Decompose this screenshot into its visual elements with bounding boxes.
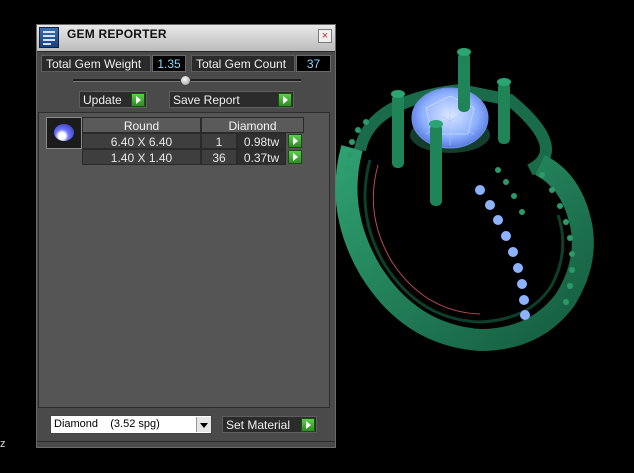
app-icon xyxy=(39,27,59,48)
save-report-button-label: Save Report xyxy=(173,93,240,107)
gem-weight-cell: 0.37tw xyxy=(237,149,286,165)
total-gem-weight-label: Total Gem Weight xyxy=(41,55,151,72)
gem-weight-cell: 0.98tw xyxy=(237,133,286,149)
ring-shank xyxy=(335,145,594,352)
corner-text: z xyxy=(0,438,6,450)
material-dropdown-value: Diamond (3.52 spg) xyxy=(54,418,160,430)
go-arrow-icon[interactable] xyxy=(288,134,302,148)
title-bar[interactable]: GEM REPORTER × xyxy=(37,25,335,52)
total-gem-weight-value: 1.35 xyxy=(152,55,186,72)
gem-reporter-window: GEM REPORTER × Total Gem Weight 1.35 Tot… xyxy=(36,24,336,448)
splitter-handle[interactable] xyxy=(180,75,191,86)
update-button[interactable]: Update xyxy=(79,91,147,108)
gem-count-cell: 1 xyxy=(201,133,237,149)
gem-size-cell: 6.40 X 6.40 xyxy=(82,133,201,149)
material-dropdown[interactable]: Diamond (3.52 spg) xyxy=(50,415,212,434)
go-arrow-icon[interactable] xyxy=(288,150,302,164)
update-button-label: Update xyxy=(83,93,122,107)
dropdown-arrow-icon[interactable] xyxy=(196,417,211,432)
total-gem-count-value: 37 xyxy=(296,55,331,72)
go-arrow-icon xyxy=(131,93,145,107)
total-gem-count-label: Total Gem Count xyxy=(191,55,295,72)
round-gem-icon[interactable] xyxy=(46,117,82,149)
ring-3d-viewport[interactable] xyxy=(330,30,630,370)
set-material-button[interactable]: Set Material xyxy=(222,416,317,433)
shape-header: Round xyxy=(82,117,201,133)
set-material-button-label: Set Material xyxy=(226,418,291,432)
gem-size-cell: 1.40 X 1.40 xyxy=(82,149,201,165)
go-arrow-icon xyxy=(301,418,315,432)
divider xyxy=(37,441,335,442)
material-header: Diamond xyxy=(201,117,304,133)
pave-diamonds-right xyxy=(475,185,530,320)
gem-count-cell: 36 xyxy=(201,149,237,165)
save-report-button[interactable]: Save Report xyxy=(169,91,294,108)
window-title: GEM REPORTER xyxy=(67,27,167,41)
go-arrow-icon xyxy=(278,93,292,107)
